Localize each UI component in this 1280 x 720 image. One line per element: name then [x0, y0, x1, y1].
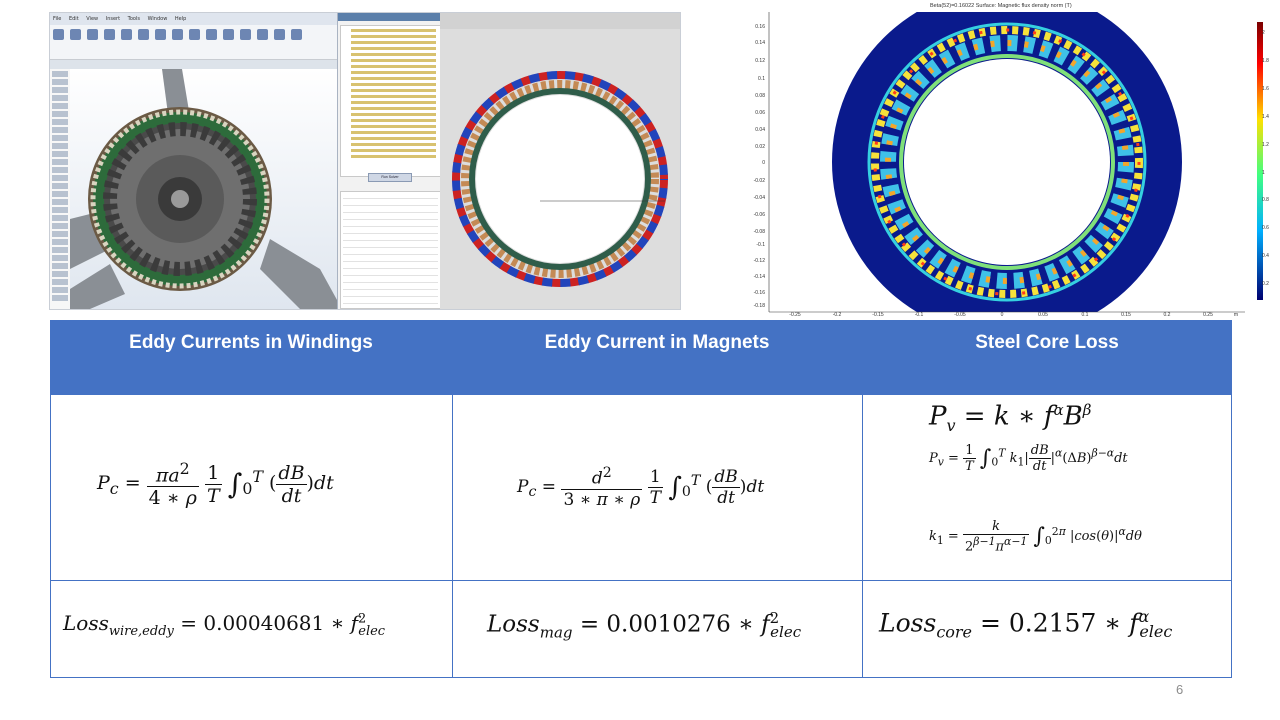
colorbar-tick: 1.8 [1262, 58, 1269, 64]
mag-loss-variable-subscript: elec [770, 623, 802, 642]
x-tick: -0.15 [872, 312, 884, 318]
header-windings: Eddy Currents in Windings [50, 320, 452, 394]
y-tick: -0.14 [753, 274, 765, 280]
wire-loss-subscript: wire,eddy [108, 624, 174, 639]
properties-grid [340, 191, 441, 309]
magnets-formula-cell: Pc = d2 3 ∗ π ∗ ρ 1T ∫0T (dB dt)dt [452, 394, 863, 581]
wire-loss-coefficient: 0.00040681 [203, 611, 325, 635]
x-tick: -0.25 [789, 312, 801, 318]
y-tick: -0.04 [753, 195, 765, 201]
cad-menubar: File Edit View Insert Tools Window Help [50, 13, 342, 25]
colorbar-tick: 0.4 [1262, 253, 1269, 259]
y-tick: -0.06 [753, 212, 765, 218]
run-solver-button[interactable]: Run Solver [368, 173, 412, 182]
colorbar-tick: 1 [1262, 170, 1265, 176]
x-tick: -0.1 [914, 312, 924, 318]
loss-equations-table: Eddy Currents in Windings Eddy Current i… [50, 320, 1232, 678]
core-loss-variable-subscript: elec [1139, 622, 1173, 642]
colorbar-tick: 1.4 [1262, 114, 1269, 120]
x-tick: 0.2 [1163, 312, 1171, 318]
steinmetz-formula: Pv = k ∗ fαBβ [929, 401, 1092, 435]
wire-loss-symbol: Loss [63, 611, 109, 635]
k1-formula: k1 = k 2β−1πα−1 ∫02π |cos(θ)|αdθ [929, 519, 1142, 555]
y-tick: 0.08 [755, 93, 765, 99]
mag-loss-symbol: Loss [487, 611, 540, 638]
windings-loss-cell: Losswire,eddy = 0.00040681 ∗ f2elec [50, 580, 453, 678]
core-loss-fit: Losscore = 0.2157 ∗ fαelec [879, 607, 1173, 642]
y-tick: 0.04 [755, 127, 765, 133]
menu-edit: Edit [68, 16, 79, 22]
menu-help: Help [174, 16, 187, 22]
header-magnets: Eddy Current in Magnets [452, 320, 862, 394]
y-tick: 0.12 [755, 58, 765, 64]
y-tick: 0 [762, 160, 765, 166]
magnets-loss-cell: Lossmag = 0.0010276 ∗ f2elec [452, 580, 863, 678]
colorbar-tick: 0.8 [1262, 197, 1269, 203]
colorbar-tick: 1.6 [1262, 86, 1269, 92]
slide-page-number: 6 [1176, 682, 1184, 697]
core-loss-variable: f [1129, 608, 1139, 638]
magnets-eddy-formula: Pc = d2 3 ∗ π ∗ ρ 1T ∫0T (dB dt)dt [517, 465, 765, 510]
y-tick: -0.08 [753, 229, 765, 235]
igse-formula: Pv = 1T ∫0T k1| dB dt |α(ΔB)β−αdt [929, 443, 1128, 474]
x-tick: -0.05 [954, 312, 966, 318]
cad-feature-tree [50, 69, 71, 309]
y-tick: 0.1 [758, 76, 765, 82]
colorbar-tick: 0.2 [1262, 281, 1269, 287]
cad-tabs [50, 60, 342, 69]
stator-rotor-cross-section [452, 71, 668, 287]
y-tick: -0.02 [753, 178, 765, 184]
x-tick: -0.2 [832, 312, 842, 318]
motor-cross-section-view [440, 13, 680, 309]
core-loss-cell: Losscore = 0.2157 ∗ fαelec [862, 580, 1232, 678]
motor-design-panel: Run Solver [337, 13, 441, 309]
menu-file: File [53, 16, 62, 22]
mag-loss-coefficient: 0.0010276 [606, 611, 731, 638]
y-tick: -0.12 [753, 258, 765, 264]
y-tick: -0.16 [753, 290, 765, 296]
x-tick: 0.05 [1038, 312, 1048, 318]
core-loss-subscript: core [936, 622, 973, 642]
flux-density-surface [768, 0, 1263, 337]
x-tick: 0.25 [1203, 312, 1213, 318]
windings-eddy-formula: Pc = πa2 4 ∗ ρ 1T ∫0T (dB dt)dt [97, 459, 334, 510]
core-loss-formula-cell: Pv = k ∗ fαBβ Pv = 1T ∫0T k1| dB dt |α(ΔB)β… [862, 394, 1232, 581]
wire-loss-variable: f [350, 611, 358, 635]
colorbar-tick: 2 [1262, 30, 1265, 36]
windings-loss-fit: Losswire,eddy = 0.00040681 ∗ f2elec [63, 611, 386, 639]
mag-loss-variable: f [761, 611, 770, 638]
colorbar-tick: 0.6 [1262, 225, 1269, 231]
menu-tools: Tools [127, 16, 140, 22]
y-tick: -0.1 [756, 242, 765, 248]
y-tick: 0.16 [755, 24, 765, 30]
menu-view: View [86, 16, 99, 22]
y-tick: 0.06 [755, 110, 765, 116]
menu-window: Window [147, 16, 168, 22]
x-unit: m [1233, 312, 1239, 318]
y-tick: 0.14 [755, 40, 765, 46]
magnets-loss-fit: Lossmag = 0.0010276 ∗ f2elec [487, 609, 802, 642]
flux-density-plot [737, 0, 1280, 337]
panel-tree [340, 25, 441, 177]
plot-title: Beta(52)=0.16022 Surface: Magnetic flux … [930, 3, 1072, 9]
x-tick: 0 [1000, 312, 1004, 318]
motor-3d-model [70, 69, 342, 309]
menu-insert: Insert [105, 16, 121, 22]
windings-formula-cell: Pc = πa2 4 ∗ ρ 1T ∫0T (dB dt)dt [50, 394, 453, 581]
cad-ribbon [50, 25, 342, 60]
wire-loss-variable-subscript: elec [358, 624, 386, 639]
x-tick: 0.1 [1081, 312, 1089, 318]
header-core-loss: Steel Core Loss [862, 320, 1232, 394]
y-tick: 0.02 [755, 144, 765, 150]
mag-loss-subscript: mag [539, 623, 573, 642]
cad-3d-view [70, 69, 342, 309]
colorbar-tick: 1.2 [1262, 142, 1269, 148]
x-tick: 0.15 [1121, 312, 1131, 318]
core-loss-coefficient: 0.2157 [1008, 608, 1097, 638]
y-tick: -0.18 [753, 303, 765, 309]
cad-screenshot: File Edit View Insert Tools Window Help [49, 12, 681, 310]
core-loss-symbol: Loss [879, 608, 937, 638]
